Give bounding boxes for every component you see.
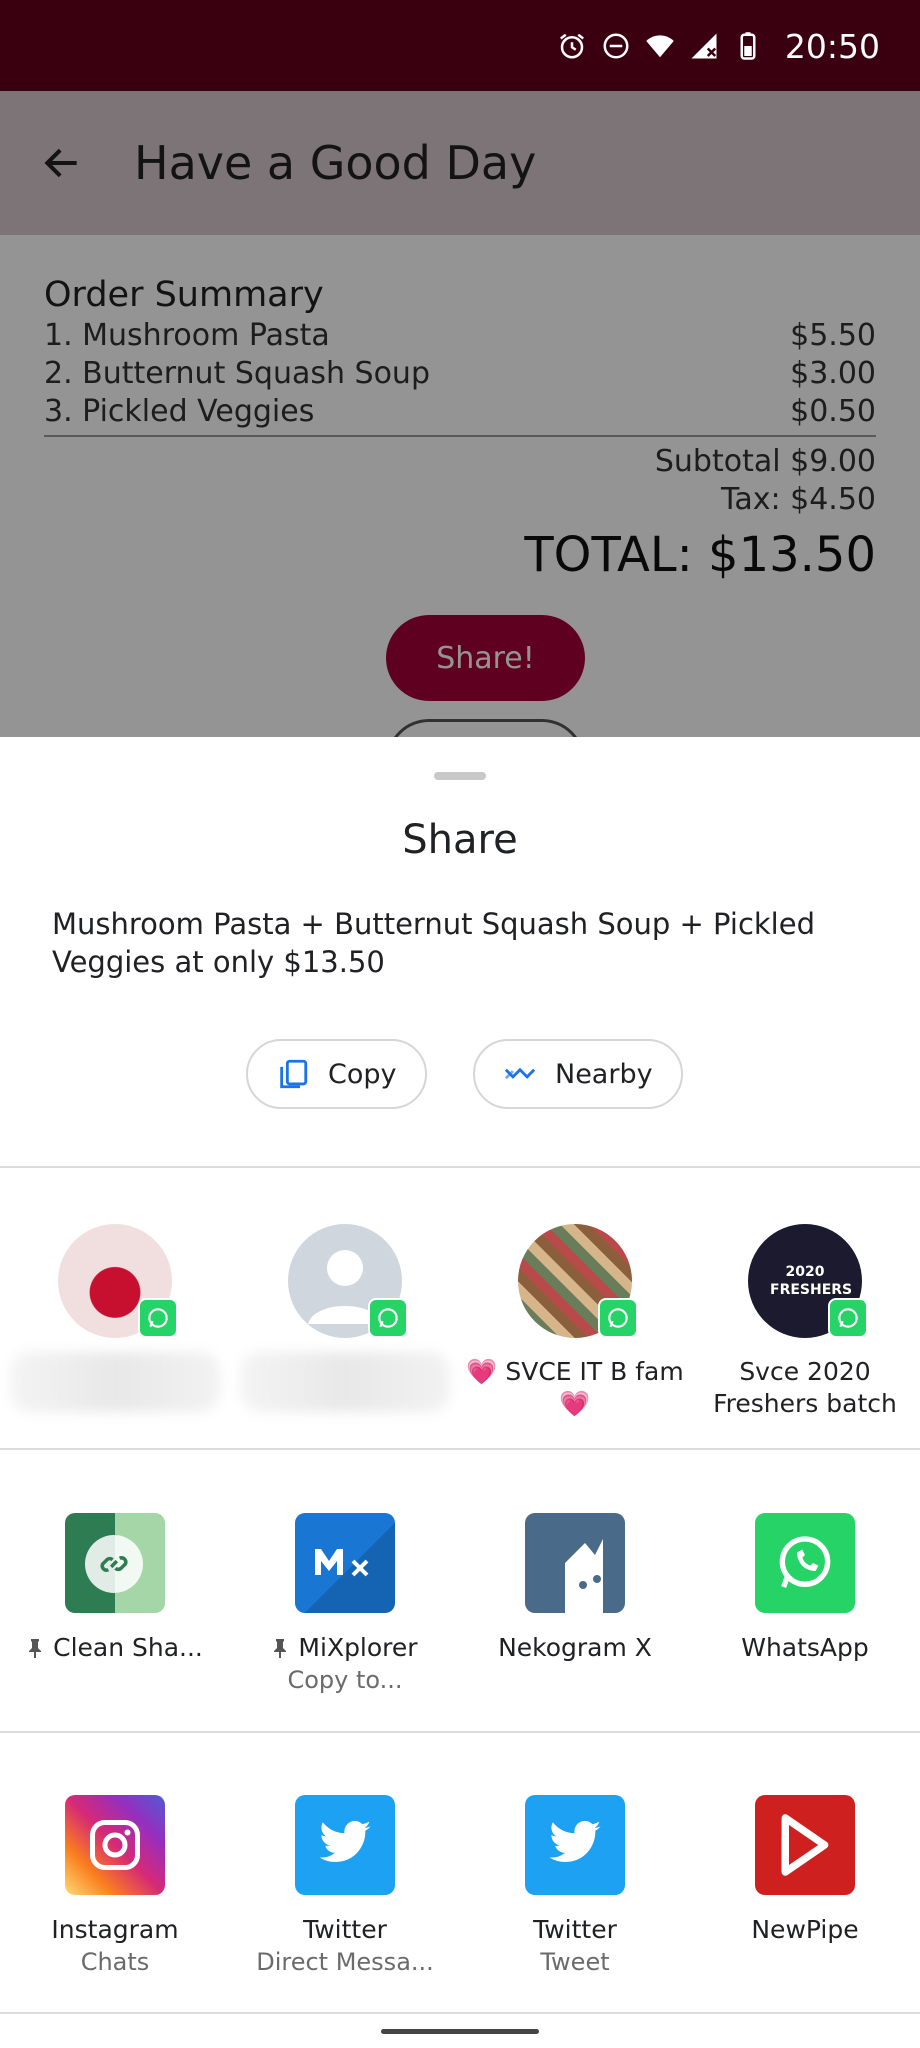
app-label: NewPipe (751, 1915, 859, 1944)
twitter-icon (525, 1795, 625, 1895)
app-target-whatsapp[interactable]: WhatsApp (690, 1513, 920, 1662)
nekogram-icon (525, 1513, 625, 1613)
whatsapp-badge-icon (368, 1298, 408, 1338)
status-bar: 20:50 (0, 0, 920, 91)
contact-name: 💗 SVCE IT B fam 💗 (466, 1357, 684, 1418)
copy-icon (280, 1059, 308, 1089)
divider (0, 2012, 920, 2014)
divider (0, 1166, 920, 1168)
whatsapp-badge-icon (598, 1298, 638, 1338)
app-target-clean-share[interactable]: Clean Sha... (0, 1513, 230, 1662)
avatar (518, 1224, 638, 1338)
avatar (288, 1224, 408, 1338)
app-sublabel: Tweet (540, 1948, 610, 1976)
battery-icon (740, 32, 756, 60)
app-target-twitter-dm[interactable]: Twitter Direct Messa... (230, 1795, 460, 1976)
pin-icon (29, 1638, 42, 1658)
app-sublabel: Direct Messa... (256, 1948, 434, 1976)
whatsapp-badge-icon (828, 1298, 868, 1338)
avatar (58, 1224, 178, 1338)
clean-share-icon (65, 1513, 165, 1613)
copy-label: Copy (328, 1058, 397, 1090)
nearby-icon (504, 1067, 536, 1080)
pin-icon (274, 1638, 287, 1658)
app-target-nekogram[interactable]: Nekogram X (460, 1513, 690, 1662)
app-label: Nekogram X (498, 1633, 652, 1662)
app-target-mixplorer[interactable]: MiXplorer Copy to... (230, 1513, 460, 1694)
app-target-newpipe[interactable]: NewPipe (690, 1795, 920, 1944)
nearby-label: Nearby (555, 1058, 653, 1090)
twitter-icon (295, 1795, 395, 1895)
drag-handle[interactable] (434, 772, 486, 780)
app-sublabel: Chats (80, 1948, 150, 1976)
clock: 20:50 (784, 26, 880, 66)
app-label: Instagram (51, 1915, 179, 1944)
whatsapp-icon (755, 1513, 855, 1613)
contact-target[interactable] (0, 1224, 230, 1412)
app-target-instagram[interactable]: Instagram Chats (0, 1795, 230, 1976)
app-label: Clean Sha... (53, 1633, 203, 1662)
dnd-icon (603, 33, 629, 59)
alarm-icon (559, 33, 584, 59)
copy-button[interactable]: Copy (246, 1039, 427, 1109)
app-label: MiXplorer (298, 1633, 418, 1662)
avatar: 2020 FRESHERS (748, 1224, 868, 1338)
app-label: WhatsApp (741, 1633, 869, 1662)
gesture-nav-bar[interactable] (381, 2029, 539, 2034)
contact-target[interactable]: 2020 FRESHERS Svce 2020 Freshers batch (690, 1224, 920, 1420)
sheet-title: Share (402, 817, 518, 863)
app-label: Twitter (303, 1915, 387, 1944)
signal-icon (691, 33, 717, 59)
share-text-preview: Mushroom Pasta + Butternut Squash Soup +… (52, 907, 815, 979)
nearby-button[interactable]: Nearby (473, 1039, 683, 1109)
avatar-text: 2020 FRESHERS (770, 1264, 853, 1298)
contact-target[interactable]: 💗 SVCE IT B fam 💗 (460, 1224, 690, 1420)
divider (0, 1448, 920, 1450)
contact-name: Svce 2020 Freshers batch (713, 1357, 897, 1418)
share-sheet: Share Mushroom Pasta + Butternut Squash … (0, 737, 920, 2048)
divider (0, 1731, 920, 1733)
contact-target[interactable] (230, 1224, 460, 1412)
newpipe-icon (755, 1795, 855, 1895)
whatsapp-badge-icon (138, 1298, 178, 1338)
app-sublabel: Copy to... (287, 1666, 403, 1694)
scrim[interactable] (0, 91, 920, 737)
mixplorer-icon (295, 1513, 395, 1613)
app-target-twitter-tweet[interactable]: Twitter Tweet (460, 1795, 690, 1976)
blurred-name (240, 1352, 450, 1412)
blurred-name (10, 1352, 220, 1412)
app-label: Twitter (533, 1915, 617, 1944)
instagram-icon (65, 1795, 165, 1895)
wifi-icon (646, 35, 674, 58)
